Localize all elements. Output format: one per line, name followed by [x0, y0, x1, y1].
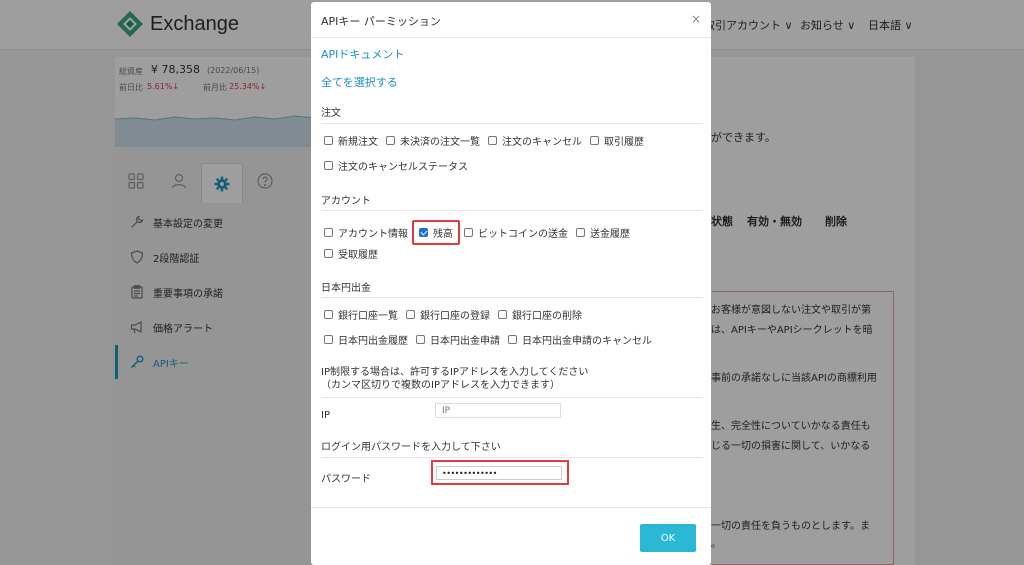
modal-footer-divider — [311, 507, 711, 508]
divider — [321, 210, 703, 211]
modal-title: APIキー パーミッション — [321, 15, 441, 28]
ip-note-line: （カンマ区切りで複数のIPアドレスを入力できます） — [321, 380, 560, 391]
password-note: ログイン用パスワードを入力して下さい — [321, 442, 501, 453]
checkbox-send-history[interactable]: 送金履歴 — [576, 225, 630, 240]
api-document-link[interactable]: APIドキュメント — [321, 46, 404, 62]
checkbox-label: アカウント情報 — [338, 229, 408, 240]
checkbox-box[interactable] — [464, 228, 473, 237]
ip-restriction-note: IP制限する場合は、許可するIPアドレスを入力してください （カンマ区切りで複数… — [321, 366, 588, 392]
checkbox-bank-register[interactable]: 銀行口座の登録 — [406, 307, 490, 322]
checkbox-account-info[interactable]: アカウント情報 — [324, 225, 408, 240]
checkbox-balance[interactable]: 残高 — [412, 220, 460, 245]
order-checkbox-row: 新規注文 未決済の注文一覧 注文のキャンセル 取引履歴 — [324, 133, 652, 148]
checkbox-box[interactable] — [508, 335, 517, 344]
api-permission-modal: APIキー パーミッション × APIドキュメント 全てを選択する 注文 新規注… — [311, 2, 711, 565]
checkbox-box[interactable] — [416, 335, 425, 344]
close-icon[interactable]: × — [691, 12, 701, 26]
checkbox-receive-history[interactable]: 受取履歴 — [324, 246, 378, 261]
checkbox-box-checked[interactable] — [419, 228, 428, 237]
checkbox-trade-history[interactable]: 取引履歴 — [590, 133, 644, 148]
checkbox-label: 受取履歴 — [338, 250, 378, 261]
password-label: パスワード — [321, 474, 371, 485]
select-all-link[interactable]: 全てを選択する — [321, 74, 398, 90]
checkbox-box[interactable] — [386, 136, 395, 145]
checkbox-withdraw-cancel[interactable]: 日本円出金申請のキャンセル — [508, 332, 652, 347]
ip-note-line: IP制限する場合は、許可するIPアドレスを入力してください — [321, 367, 589, 378]
checkbox-bank-delete[interactable]: 銀行口座の削除 — [498, 307, 582, 322]
ip-input[interactable] — [435, 403, 561, 418]
checkbox-box[interactable] — [324, 161, 333, 170]
password-highlight — [431, 460, 569, 485]
divider — [321, 123, 703, 124]
checkbox-box[interactable] — [324, 310, 333, 319]
divider — [321, 397, 703, 398]
checkbox-label: 取引履歴 — [604, 137, 644, 148]
checkbox-cancel-status[interactable]: 注文のキャンセルステータス — [324, 158, 468, 173]
divider — [321, 297, 703, 298]
checkbox-label: 日本円出金申請のキャンセル — [522, 336, 652, 347]
modal-header: APIキー パーミッション × — [311, 2, 711, 38]
checkbox-withdraw-history[interactable]: 日本円出金履歴 — [324, 332, 408, 347]
checkbox-box[interactable] — [324, 249, 333, 258]
checkbox-label: 銀行口座一覧 — [338, 311, 398, 322]
checkbox-cancel-order[interactable]: 注文のキャンセル — [488, 133, 582, 148]
checkbox-label: 注文のキャンセルステータス — [338, 162, 468, 173]
checkbox-box[interactable] — [324, 335, 333, 344]
checkbox-bank-list[interactable]: 銀行口座一覧 — [324, 307, 398, 322]
checkbox-box[interactable] — [406, 310, 415, 319]
checkbox-box[interactable] — [590, 136, 599, 145]
checkbox-box[interactable] — [324, 228, 333, 237]
checkbox-box[interactable] — [324, 136, 333, 145]
checkbox-btc-send[interactable]: ビットコインの送金 — [464, 225, 568, 240]
ip-label: IP — [321, 410, 330, 421]
section-title-jpy-withdrawal: 日本円出金 — [321, 283, 371, 294]
checkbox-label: 注文のキャンセル — [502, 137, 582, 148]
checkbox-label: ビットコインの送金 — [478, 229, 568, 240]
password-input[interactable] — [436, 466, 562, 480]
checkbox-label: 残高 — [433, 229, 453, 240]
account-checkbox-row: アカウント情報 残高 ビットコインの送金 送金履歴 — [324, 220, 638, 245]
section-title-order: 注文 — [321, 108, 341, 119]
account-checkbox-row: 受取履歴 — [324, 246, 386, 261]
checkbox-label: 日本円出金申請 — [430, 336, 500, 347]
jpy-checkbox-row: 銀行口座一覧 銀行口座の登録 銀行口座の削除 — [324, 307, 590, 322]
checkbox-label: 日本円出金履歴 — [338, 336, 408, 347]
order-checkbox-row: 注文のキャンセルステータス — [324, 158, 476, 173]
divider — [321, 457, 703, 458]
checkbox-box[interactable] — [576, 228, 585, 237]
checkbox-withdraw-request[interactable]: 日本円出金申請 — [416, 332, 500, 347]
checkbox-new-order[interactable]: 新規注文 — [324, 133, 378, 148]
checkbox-open-orders[interactable]: 未決済の注文一覧 — [386, 133, 480, 148]
checkbox-label: 銀行口座の削除 — [512, 311, 582, 322]
checkbox-box[interactable] — [498, 310, 507, 319]
ok-button[interactable]: OK — [640, 524, 696, 552]
checkbox-label: 銀行口座の登録 — [420, 311, 490, 322]
jpy-checkbox-row: 日本円出金履歴 日本円出金申請 日本円出金申請のキャンセル — [324, 332, 660, 347]
checkbox-box[interactable] — [488, 136, 497, 145]
checkbox-label: 送金履歴 — [590, 229, 630, 240]
checkbox-label: 未決済の注文一覧 — [400, 137, 480, 148]
checkbox-label: 新規注文 — [338, 137, 378, 148]
section-title-account: アカウント — [321, 196, 371, 207]
